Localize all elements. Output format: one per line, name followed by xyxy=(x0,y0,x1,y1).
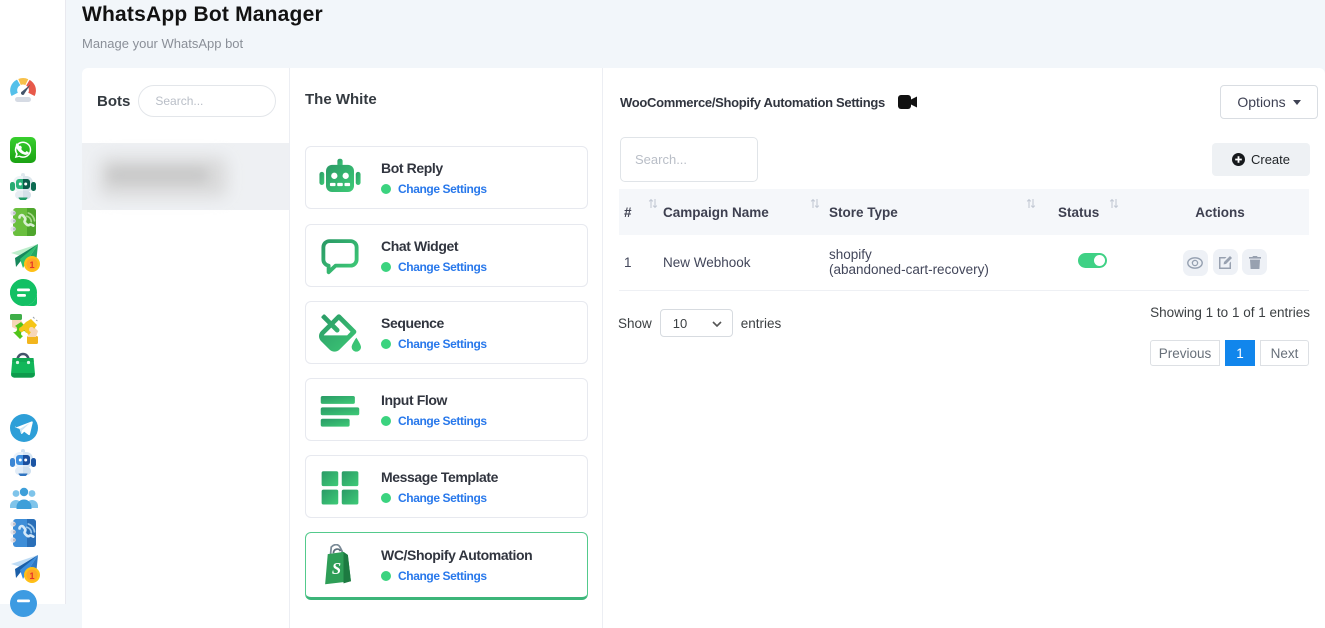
svg-text:1: 1 xyxy=(29,571,34,581)
svg-text:1: 1 xyxy=(29,260,34,270)
svg-text:S: S xyxy=(332,559,341,578)
